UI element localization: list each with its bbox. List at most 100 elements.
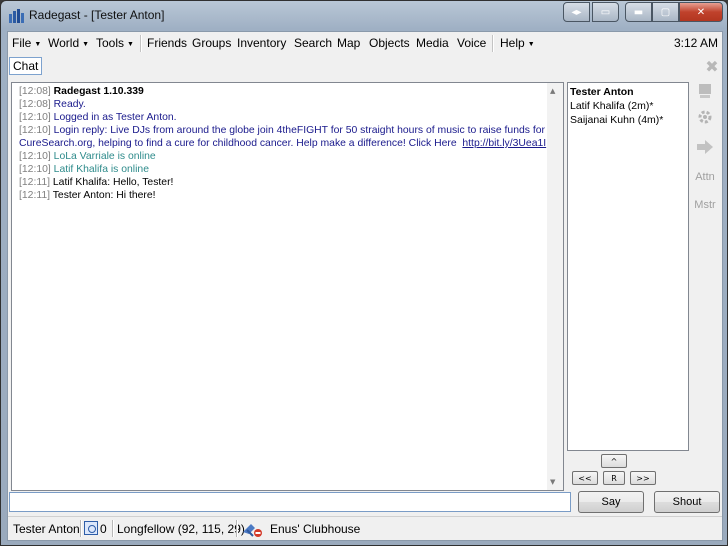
menu-separator <box>140 35 142 52</box>
chat-text: LoLa Varriale is online <box>53 151 156 162</box>
scroll-down-icon[interactable]: ▼ <box>550 478 555 486</box>
chat-line: [12:10] Latif Khalifa is online <box>19 163 547 176</box>
menu-file-label: File <box>12 36 32 50</box>
tab-strip: Chat ✖ <box>8 56 722 78</box>
chat-text: Logged in as Tester Anton. <box>53 112 177 123</box>
menu-media[interactable]: Media <box>416 36 449 50</box>
menu-tools[interactable]: Tools ▼ <box>96 36 134 50</box>
menu-friends[interactable]: Friends <box>147 36 187 50</box>
chat-line: [12:08] Radegast 1.10.339 <box>19 85 547 98</box>
status-separator <box>236 520 238 537</box>
chat-log[interactable]: [12:08] Radegast 1.10.339 [12:08] Ready.… <box>11 82 564 491</box>
menu-world-label: World <box>48 36 80 50</box>
list-item-self[interactable]: Tester Anton <box>570 85 688 99</box>
chevron-down-icon: ▼ <box>127 41 134 48</box>
mstr-button[interactable]: Mstr <box>692 199 718 211</box>
timestamp: [12:10] <box>19 112 51 123</box>
status-location[interactable]: Longfellow (92, 115, 29) <box>117 522 245 536</box>
list-item[interactable]: Saijanai Kuhn (4m)* <box>570 113 688 127</box>
chevron-down-icon: ▼ <box>34 41 42 48</box>
timestamp: [12:08] <box>19 99 51 110</box>
menu-search[interactable]: Search <box>294 36 332 50</box>
chat-text: Latif Khalifa is online <box>53 164 149 175</box>
currency-icon <box>84 521 98 535</box>
turn-right-button[interactable]: >> <box>630 471 656 485</box>
chat-input-row: Say Shout <box>8 491 722 513</box>
menu-help[interactable]: Help ▼ <box>500 36 535 50</box>
chat-scrollbar[interactable]: ▲ ▼ <box>547 83 563 490</box>
timestamp: [12:11] <box>19 190 51 201</box>
main-window: Radegast - [Tester Anton] ◂▸ ▭ ▬ ▢ ✕ Fil… <box>0 0 728 546</box>
turn-left-button[interactable]: << <box>572 471 598 485</box>
menu-groups[interactable]: Groups <box>192 36 231 50</box>
move-forward-button[interactable]: ^ <box>601 454 627 468</box>
chevron-down-icon: ▼ <box>527 41 535 48</box>
chat-text: Tester Anton: Hi there! <box>52 190 156 201</box>
gear-icon-glyph <box>698 110 712 124</box>
chat-link[interactable]: http://bit.ly/3Uea1I <box>462 138 546 149</box>
timestamp: [12:11] <box>19 177 51 188</box>
parcel-restrictions-icon <box>243 524 262 537</box>
status-username: Tester Anton <box>13 522 80 536</box>
status-bar: Tester Anton 0 Longfellow (92, 115, 29) … <box>8 516 722 541</box>
menu-bar: File ▼ World ▼ Tools ▼ Friends Groups Inven… <box>8 32 722 54</box>
minimize-button[interactable]: ▬ <box>625 2 652 22</box>
chevron-down-icon: ▼ <box>82 41 90 48</box>
chat-text: Login reply: Live DJs from around the gl… <box>53 125 545 136</box>
chat-text: Radegast 1.10.339 <box>53 86 144 97</box>
chat-line: [12:10] Logged in as Tester Anton. <box>19 111 547 124</box>
clock: 3:12 AM <box>673 36 718 50</box>
app-icon <box>9 9 24 23</box>
tab-chat[interactable]: Chat <box>9 57 43 75</box>
list-item[interactable]: Latif Khalifa (2m)* <box>570 99 688 113</box>
menu-file[interactable]: File ▼ <box>12 36 41 50</box>
status-separator <box>80 520 82 537</box>
shout-button[interactable]: Shout <box>654 491 720 513</box>
profile-icon[interactable] <box>692 84 718 103</box>
close-button[interactable]: ✕ <box>679 2 723 22</box>
reset-button[interactable]: R <box>603 471 625 485</box>
detach-window-icon[interactable]: ▭ <box>592 2 619 22</box>
side-toolbar: Attn Mstr <box>692 80 720 211</box>
arrow-right-icon[interactable] <box>692 140 718 157</box>
maximize-button[interactable]: ▢ <box>652 2 679 22</box>
status-parcel[interactable]: Enus' Clubhouse <box>270 522 360 536</box>
scroll-up-icon[interactable]: ▲ <box>550 87 555 95</box>
chat-line: [12:08] Ready. <box>19 98 547 111</box>
caption-buttons: ◂▸ ▭ ▬ ▢ ✕ <box>563 2 723 22</box>
chat-log-content: [12:08] Radegast 1.10.339 [12:08] Ready.… <box>19 85 547 202</box>
say-button[interactable]: Say <box>578 491 644 513</box>
attn-button[interactable]: Attn <box>692 171 718 183</box>
chat-text: Ready. <box>53 99 86 110</box>
menu-inventory[interactable]: Inventory <box>237 36 286 50</box>
menu-tools-label: Tools <box>96 36 125 50</box>
chat-input[interactable] <box>9 492 571 512</box>
timestamp: [12:10] <box>19 125 51 136</box>
timestamp: [12:10] <box>19 151 51 162</box>
movement-pad: ^ << R >> <box>570 454 660 490</box>
restore-layout-icon[interactable]: ◂▸ <box>563 2 590 22</box>
menu-world[interactable]: World ▼ <box>48 36 89 50</box>
chat-line: [12:11] Latif Khalifa: Hello, Tester! <box>19 176 547 189</box>
menu-map[interactable]: Map <box>337 36 360 50</box>
menu-separator <box>492 35 494 52</box>
window-title: Radegast - [Tester Anton] <box>29 8 165 22</box>
chat-line: CureSearch.org, helping to find a cure f… <box>19 137 547 150</box>
arrow-right-icon-glyph <box>697 140 713 154</box>
chat-line: [12:10] Login reply: Live DJs from aroun… <box>19 124 547 137</box>
client-area: File ▼ World ▼ Tools ▼ Friends Groups Inven… <box>7 31 723 541</box>
timestamp: [12:08] <box>19 86 51 97</box>
gear-icon[interactable] <box>692 109 718 128</box>
status-balance: 0 <box>100 522 107 536</box>
menu-objects[interactable]: Objects <box>369 36 410 50</box>
profile-icon-glyph <box>699 84 711 98</box>
people-list: Tester Anton Latif Khalifa (2m)* Saijana… <box>567 82 689 451</box>
close-tab-icon[interactable]: ✖ <box>704 59 720 75</box>
chat-text: CureSearch.org, helping to find a cure f… <box>19 138 457 149</box>
title-bar[interactable]: Radegast - [Tester Anton] ◂▸ ▭ ▬ ▢ ✕ <box>1 1 727 31</box>
chat-line: [12:11] Tester Anton: Hi there! <box>19 189 547 202</box>
chat-text: Latif Khalifa: Hello, Tester! <box>52 177 174 188</box>
chat-line: [12:10] LoLa Varriale is online <box>19 150 547 163</box>
timestamp: [12:10] <box>19 164 51 175</box>
menu-voice[interactable]: Voice <box>457 36 486 50</box>
